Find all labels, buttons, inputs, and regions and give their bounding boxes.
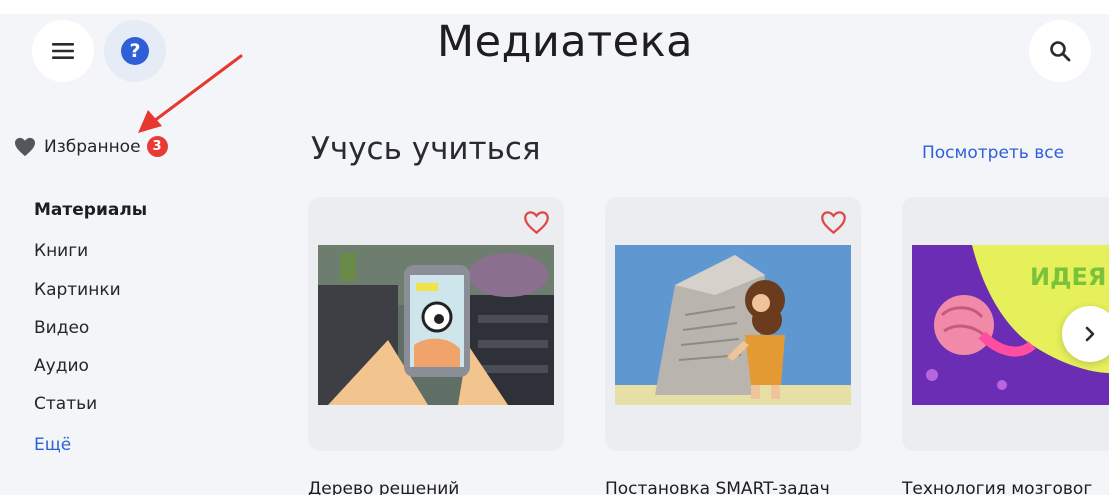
sidebar-item-books[interactable]: Книги xyxy=(34,241,88,261)
search-icon xyxy=(1050,41,1071,62)
card-title-smart-goals[interactable]: Постановка SMART-задач xyxy=(605,479,830,495)
card-image-decision-tree xyxy=(318,245,554,405)
media-library-app: ? Медиатека Избранное 3 Материалы Книги … xyxy=(0,14,1109,495)
media-card-decision-tree[interactable] xyxy=(308,197,564,451)
card-image-smart-goals xyxy=(615,245,851,405)
heart-filled-icon xyxy=(15,137,35,156)
card-title-brainstorming[interactable]: Технология мозговог xyxy=(902,479,1092,495)
media-card-smart-goals[interactable] xyxy=(605,197,861,451)
page-title: Медиатека xyxy=(437,17,693,67)
favorites-count-badge: 3 xyxy=(146,136,168,157)
sidebar-item-pictures[interactable]: Картинки xyxy=(34,280,121,300)
sidebar-more-link[interactable]: Ещё xyxy=(34,435,71,455)
favorites-link[interactable]: Избранное 3 xyxy=(14,136,168,157)
section-title: Учусь учиться xyxy=(311,131,541,167)
annotation-arrow xyxy=(138,54,243,133)
card-image-text: ИДЕЯ xyxy=(1030,263,1106,291)
see-all-link[interactable]: Посмотреть все xyxy=(922,143,1064,163)
favorites-label: Избранное xyxy=(44,136,141,157)
materials-heading: Материалы xyxy=(34,200,148,220)
heart-outline-icon[interactable] xyxy=(523,210,550,235)
card-title-decision-tree[interactable]: Дерево решений xyxy=(308,479,459,495)
heart-outline-icon[interactable] xyxy=(820,210,847,235)
top-strip xyxy=(0,0,1109,14)
sidebar-item-articles[interactable]: Статьи xyxy=(34,394,97,414)
chevron-right-icon xyxy=(1085,326,1095,342)
carousel-next-button[interactable] xyxy=(1062,306,1109,362)
sidebar-item-video[interactable]: Видео xyxy=(34,318,89,338)
search-button[interactable] xyxy=(1029,20,1091,82)
sidebar-item-audio[interactable]: Аудио xyxy=(34,356,89,376)
